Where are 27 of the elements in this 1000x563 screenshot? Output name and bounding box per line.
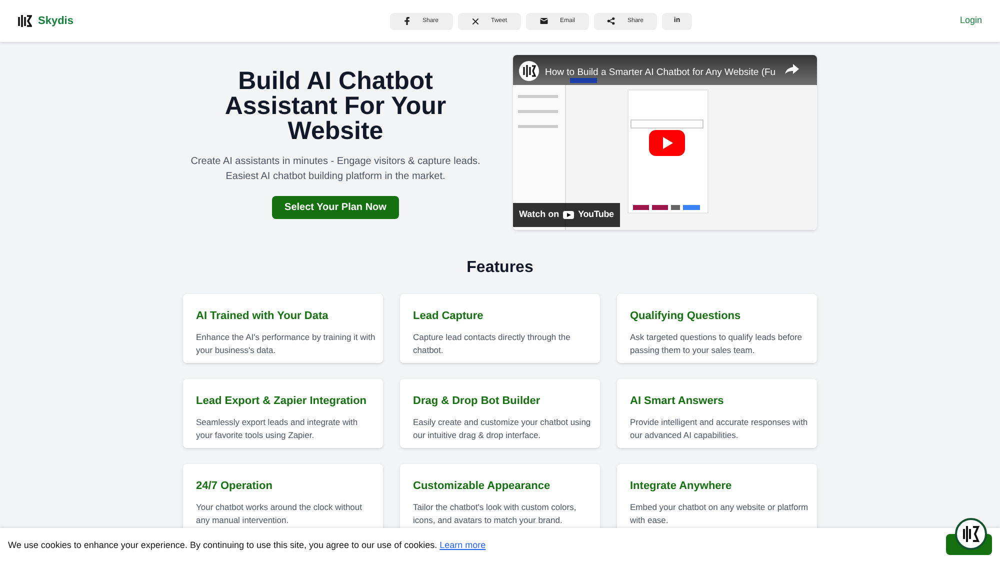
feature-description: Ask targeted questions to qualify leads before passing them to your sales team. — [630, 330, 803, 356]
hero-heading: Build AI Chatbot Assistant For Your Website — [224, 69, 448, 144]
feature-title: Lead Capture — [413, 309, 484, 324]
brand-name[interactable]: Skydis — [38, 12, 74, 30]
feature-description: Capture lead contacts directly through the chatbot. — [413, 330, 572, 356]
feature-description: Tailor the chatbot's look with custom colors, icons, and avatars to match your brand. — [413, 500, 578, 526]
features-heading: Features — [466, 258, 534, 278]
feature-description: Provide intelligent and accurate responses with our advanced AI capabilities. — [630, 416, 809, 442]
feature-title: AI Smart Answers — [630, 394, 725, 409]
watch-on-youtube-button[interactable]: Watch on YouTube — [513, 203, 620, 227]
feature-title: AI Trained with Your Data — [196, 309, 330, 324]
feature-title: Qualifying Questions — [630, 309, 742, 324]
feature-title: Customizable Appearance — [413, 479, 552, 494]
select-plan-button[interactable]: Select Your Plan Now — [272, 196, 400, 219]
feature-description: Easily create and customize your chatbot using our intuitive drag & drop interface. — [413, 416, 592, 442]
feature-title: 24/7 Operation — [196, 479, 274, 494]
feature-title: Lead Export & Zapier Integration — [196, 394, 368, 409]
feature-description: Enhance the AI's performance by training it with your business's data. — [196, 330, 376, 356]
learn-more-link[interactable]: Learn more — [440, 540, 486, 550]
feature-description: Embed your chatbot on any website or platform with ease. — [630, 500, 810, 526]
feature-title: Integrate Anywhere — [630, 479, 733, 494]
feature-title: Drag & Drop Bot Builder — [413, 394, 542, 409]
feature-description: Your chatbot works around the clock without any manual intervention. — [196, 500, 364, 526]
hero-subtitle: Create AI assistants in minutes - Engage visitors & capture leads. Easiest AI chatbot building platform in the market. — [190, 155, 482, 184]
login-link[interactable]: Login — [960, 14, 982, 28]
feature-description: Seamlessly export leads and integrate with your favorite tools using Zapier. — [196, 416, 359, 442]
cookie-notice: We use cookies to enhance your experience. By continuing to use this site, you agree to our use of cookies. Learn more — [8, 538, 486, 552]
